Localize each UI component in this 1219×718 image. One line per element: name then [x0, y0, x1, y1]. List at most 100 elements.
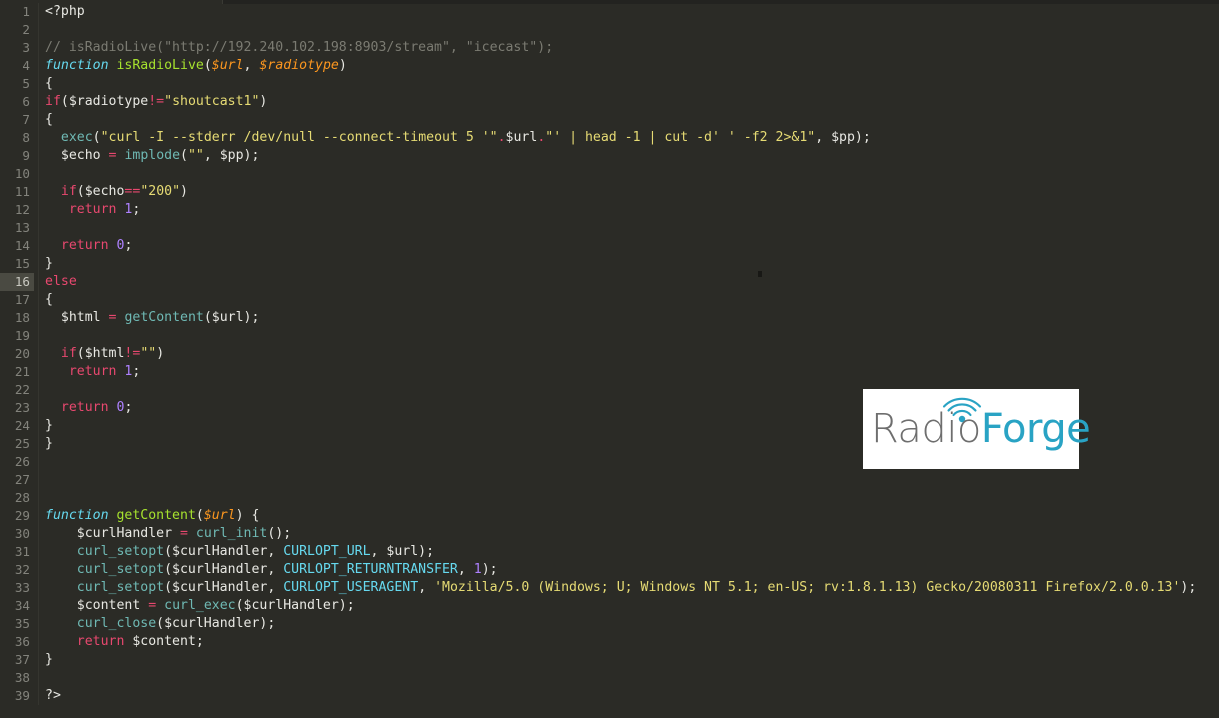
- token-op: =: [179, 526, 188, 541]
- code-line[interactable]: 15}: [0, 255, 1219, 273]
- code-line[interactable]: 20 if($html!=""): [0, 345, 1219, 363]
- code-line[interactable]: 21 return 1;: [0, 363, 1219, 381]
- code-line-content[interactable]: curl_setopt($curlHandler, CURLOPT_USERAG…: [45, 579, 1197, 597]
- token-default: [45, 634, 77, 649]
- code-line[interactable]: 9 $echo = implode("", $pp);: [0, 147, 1219, 165]
- code-line-content[interactable]: exec("curl -I --stderr /dev/null --conne…: [45, 129, 871, 147]
- code-line-content[interactable]: return $content;: [45, 633, 204, 651]
- code-line[interactable]: 36 return $content;: [0, 633, 1219, 651]
- code-line[interactable]: 13: [0, 219, 1219, 237]
- gutter-separator: [38, 543, 39, 561]
- token-default: [45, 364, 69, 379]
- code-line-content[interactable]: {: [45, 111, 53, 129]
- token-punct: , $pp);: [815, 130, 871, 145]
- code-line[interactable]: 29 function getContent($url) {: [0, 507, 1219, 525]
- token-default: [45, 346, 61, 361]
- token-punct: ($curlHandler);: [235, 598, 355, 613]
- code-line[interactable]: 14 return 0;: [0, 237, 1219, 255]
- token-punct: }: [45, 436, 53, 451]
- token-punct: {: [45, 76, 53, 91]
- code-line-content[interactable]: if($radiotype!="shoutcast1"): [45, 93, 267, 111]
- code-line-content[interactable]: <?php: [45, 3, 85, 21]
- code-line-content[interactable]: $html = getContent($url);: [45, 309, 260, 327]
- code-line[interactable]: 37}: [0, 651, 1219, 669]
- code-line[interactable]: 35 curl_close($curlHandler);: [0, 615, 1219, 633]
- code-line-content[interactable]: }: [45, 435, 53, 453]
- code-line[interactable]: 31 curl_setopt($curlHandler, CURLOPT_URL…: [0, 543, 1219, 561]
- line-number: 37: [14, 652, 30, 667]
- code-line-content[interactable]: curl_setopt($curlHandler, CURLOPT_URL, $…: [45, 543, 434, 561]
- token-punct: ($curlHandler,: [164, 562, 284, 577]
- gutter-separator: [38, 399, 39, 417]
- code-line[interactable]: 12 return 1;: [0, 201, 1219, 219]
- code-line-content[interactable]: }: [45, 417, 53, 435]
- gutter-separator: [38, 687, 39, 705]
- code-line[interactable]: 18 $html = getContent($url);: [0, 309, 1219, 327]
- code-line[interactable]: 3 // isRadioLive("http://192.240.102.198:…: [0, 39, 1219, 57]
- code-line-content[interactable]: {: [45, 75, 53, 93]
- code-line-content[interactable]: $content = curl_exec($curlHandler);: [45, 597, 355, 615]
- token-punct: ($radiotype: [60, 94, 149, 109]
- code-line-content[interactable]: $curlHandler = curl_init();: [45, 525, 291, 543]
- code-line[interactable]: 33 curl_setopt($curlHandler, CURLOPT_USE…: [0, 579, 1219, 597]
- code-line-content[interactable]: return 0;: [45, 399, 133, 417]
- code-line[interactable]: 5{: [0, 75, 1219, 93]
- code-line[interactable]: 10: [0, 165, 1219, 183]
- token-default: [188, 526, 196, 541]
- token-punct: ): [259, 94, 268, 109]
- line-number: 9: [22, 148, 30, 163]
- token-punct: (: [180, 148, 188, 163]
- code-line[interactable]: 2: [0, 21, 1219, 39]
- code-line[interactable]: 1 <?php: [0, 3, 1219, 21]
- code-line-content[interactable]: curl_setopt($curlHandler, CURLOPT_RETURN…: [45, 561, 498, 579]
- line-number: 15: [14, 256, 30, 271]
- code-line[interactable]: 7{: [0, 111, 1219, 129]
- code-line[interactable]: 17 {: [0, 291, 1219, 309]
- code-line[interactable]: 27: [0, 471, 1219, 489]
- gutter-separator: [38, 651, 39, 669]
- line-number: 6: [22, 94, 30, 109]
- token-default: [45, 400, 61, 415]
- logo-text-forge: Forge: [980, 406, 1091, 452]
- code-line[interactable]: 38: [0, 669, 1219, 687]
- code-line-content[interactable]: return 1;: [45, 363, 141, 381]
- code-line-content[interactable]: }: [45, 651, 53, 669]
- code-line-content[interactable]: $echo = implode("", $pp);: [45, 147, 260, 165]
- code-line-content[interactable]: else: [45, 273, 77, 291]
- code-line-content[interactable]: ?>: [45, 687, 61, 705]
- code-editor[interactable]: 1 <?php 2 3// isRadioLive("http://192.240.1…: [0, 0, 1219, 718]
- code-line[interactable]: 16 else: [0, 273, 1219, 291]
- code-line-content[interactable]: return 0;: [45, 237, 133, 255]
- code-line[interactable]: 32 curl_setopt($curlHandler, CURLOPT_RET…: [0, 561, 1219, 579]
- code-line-content[interactable]: return 1;: [45, 201, 141, 219]
- code-line-content[interactable]: // isRadioLive("http://192.240.102.198:8…: [45, 39, 553, 57]
- token-kw2: function: [45, 58, 109, 73]
- code-line-content[interactable]: {: [45, 291, 53, 309]
- code-line[interactable]: 4 function isRadioLive($url, $radiotype): [0, 57, 1219, 75]
- code-line[interactable]: 34 $content = curl_exec($curlHandler);: [0, 597, 1219, 615]
- gutter-separator: [38, 219, 39, 237]
- line-number: 26: [14, 454, 30, 469]
- code-line[interactable]: 8 exec("curl -I --stderr /dev/null --con…: [0, 129, 1219, 147]
- code-line[interactable]: 39 ?>: [0, 687, 1219, 705]
- code-line[interactable]: 6 if($radiotype!="shoutcast1"): [0, 93, 1219, 111]
- code-line-content[interactable]: if($html!=""): [45, 345, 164, 363]
- code-line-content[interactable]: if($echo=="200"): [45, 183, 188, 201]
- code-line[interactable]: 30 $curlHandler = curl_init();: [0, 525, 1219, 543]
- gutter-separator: [38, 381, 39, 399]
- radioforge-logo: RadioForge: [863, 389, 1091, 469]
- code-line[interactable]: 19: [0, 327, 1219, 345]
- code-line-content[interactable]: function getContent($url) {: [45, 507, 259, 525]
- code-lines-container[interactable]: 1 <?php 2 3// isRadioLive("http://192.240.1…: [0, 3, 1219, 718]
- code-line-content[interactable]: function isRadioLive($url, $radiotype): [45, 57, 347, 75]
- line-number: 13: [14, 220, 30, 235]
- gutter-separator: [38, 633, 39, 651]
- gutter-separator: [38, 417, 39, 435]
- token-const: CURLOPT_RETURNTRANSFER: [283, 562, 458, 577]
- code-line-content[interactable]: }: [45, 255, 53, 273]
- token-string: "shoutcast1": [164, 94, 260, 109]
- code-line-content[interactable]: curl_close($curlHandler);: [45, 615, 276, 633]
- code-line[interactable]: 28: [0, 489, 1219, 507]
- token-default: $curlHandler: [45, 526, 180, 541]
- code-line[interactable]: 11 if($echo=="200"): [0, 183, 1219, 201]
